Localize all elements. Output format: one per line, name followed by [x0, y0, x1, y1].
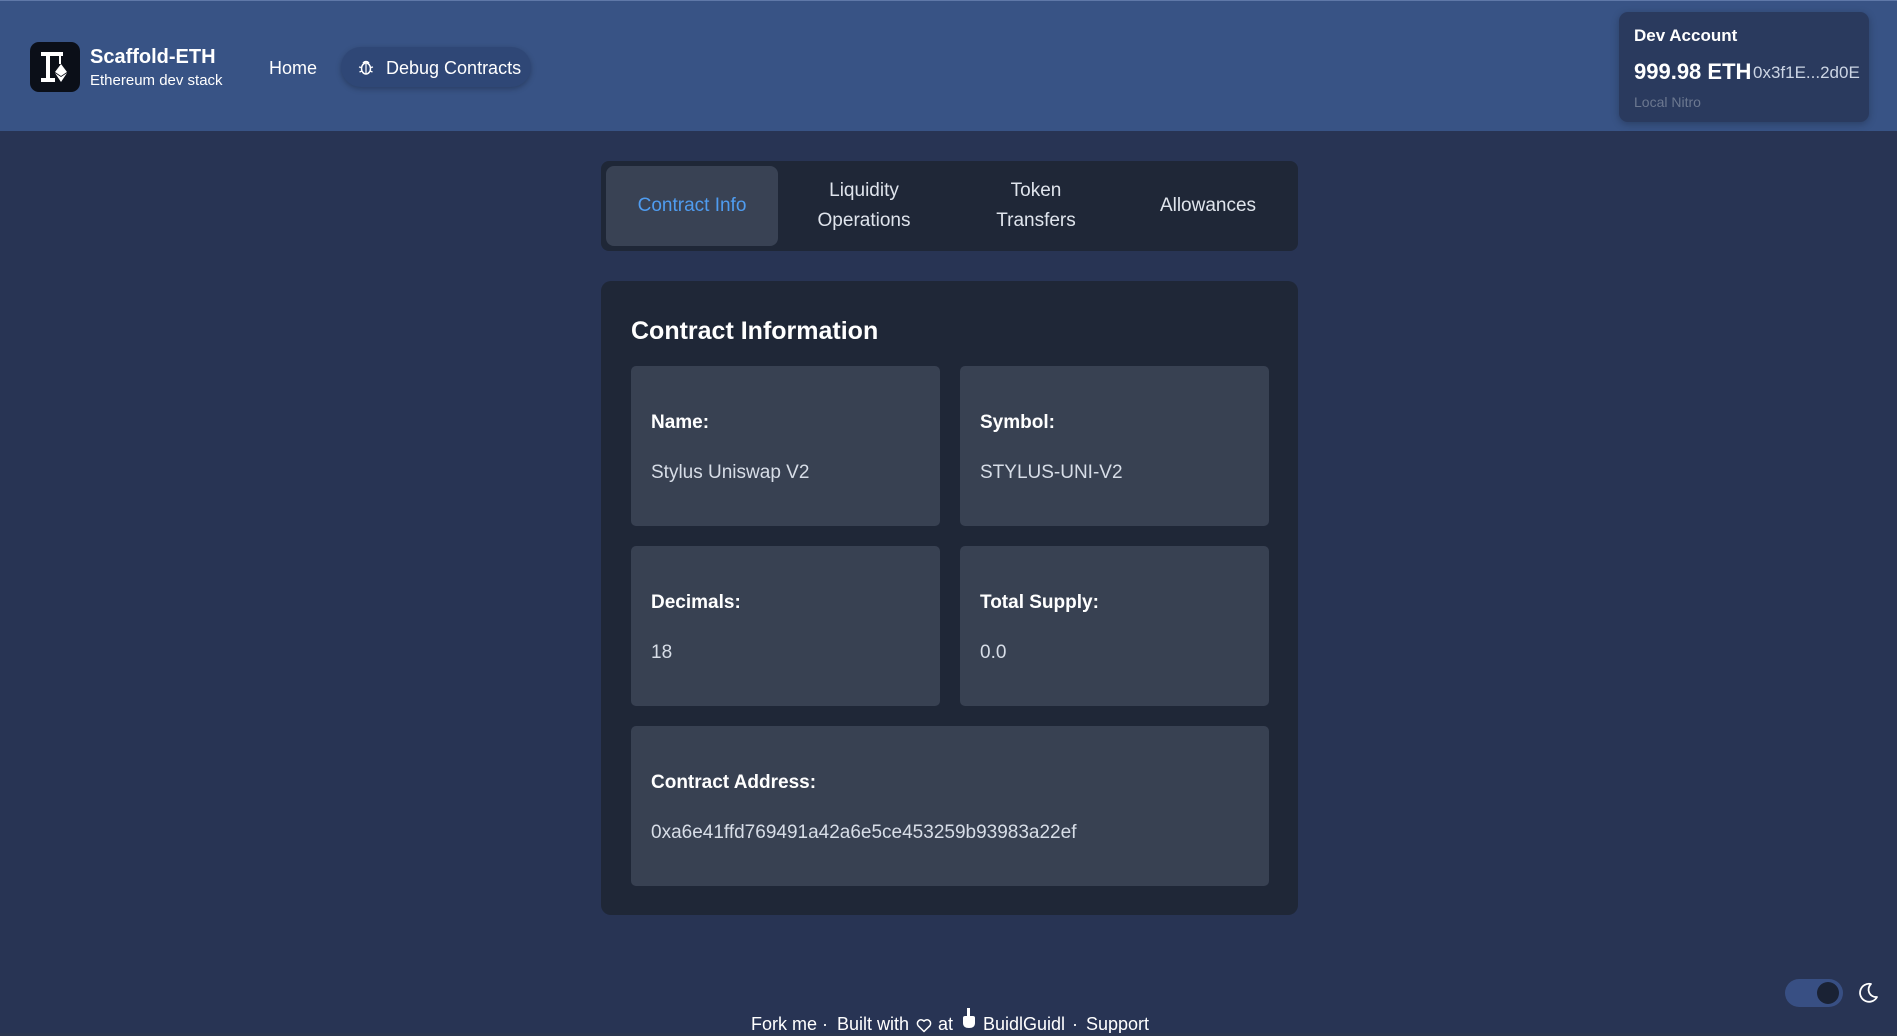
decimals-value: 18: [651, 642, 673, 663]
symbol-value: STYLUS-UNI-V2: [980, 462, 1123, 483]
buidlguidl-link[interactable]: BuidlGuidl: [983, 1014, 1065, 1035]
nav-debug-label: Debug Contracts: [386, 58, 522, 78]
shovel-hand-icon: [963, 1008, 975, 1028]
symbol-label: Symbol:: [980, 412, 1055, 433]
contract-tabs: Contract Info Liquidity Operations Token…: [601, 161, 1298, 251]
symbol-field: Symbol: STYLUS-UNI-V2: [960, 366, 1269, 526]
total-supply-label: Total Supply:: [980, 592, 1099, 613]
account-address[interactable]: 0x3f1E...2d0E: [1753, 63, 1860, 83]
nav-debug-contracts-button[interactable]: Debug Contracts: [341, 47, 531, 87]
account-balance: 999.98 ETH: [1634, 59, 1752, 84]
account-title: Dev Account: [1634, 26, 1738, 45]
tab-allowances[interactable]: Allowances: [1122, 166, 1294, 246]
tab-liquidity-operations[interactable]: Liquidity Operations: [778, 166, 950, 246]
total-supply-field: Total Supply: 0.0: [960, 546, 1269, 706]
brand-name: Scaffold-ETH: [90, 46, 216, 68]
fork-me-link[interactable]: Fork me: [751, 1014, 817, 1035]
theme-toggle-knob: [1817, 982, 1839, 1004]
tab-token-transfers[interactable]: Token Transfers: [950, 166, 1122, 246]
name-value: Stylus Uniswap V2: [651, 462, 810, 483]
decimals-field: Decimals: 18: [631, 546, 940, 706]
crane-eth-logo-icon: [41, 52, 67, 82]
footer-separator-2: ·: [1072, 1014, 1078, 1034]
brand-tagline: Ethereum dev stack: [90, 72, 223, 89]
theme-toggle[interactable]: [1785, 979, 1843, 1007]
heart-icon: [916, 1019, 932, 1033]
nav-home-link[interactable]: Home: [269, 58, 317, 79]
name-field: Name: Stylus Uniswap V2: [631, 366, 940, 526]
app-header: Scaffold-ETH Ethereum dev stack Home Deb…: [0, 0, 1897, 131]
at-text: at: [938, 1014, 954, 1034]
bug-icon: [358, 60, 374, 75]
contract-address-label: Contract Address:: [651, 772, 817, 793]
dev-account-widget[interactable]: Dev Account 999.98 ETH 0x3f1E...2d0E Loc…: [1619, 12, 1869, 122]
name-label: Name:: [651, 412, 710, 433]
support-link[interactable]: Support: [1086, 1014, 1149, 1035]
moon-icon: [1859, 982, 1878, 1003]
contract-info-card: Contract Information Name: Stylus Uniswa…: [601, 281, 1298, 915]
contract-address-value[interactable]: 0xa6e41ffd769491a42a6e5ce453259b93983a22…: [651, 822, 1076, 844]
card-title: Contract Information: [631, 317, 879, 345]
scaffold-eth-logo[interactable]: [30, 42, 80, 92]
built-with-text: Built with: [837, 1014, 910, 1034]
decimals-label: Decimals:: [651, 592, 741, 613]
total-supply-value: 0.0: [980, 642, 1007, 663]
footer-separator: ·: [822, 1014, 828, 1034]
contract-address-field: Contract Address: 0xa6e41ffd769491a42a6e…: [631, 726, 1269, 886]
tab-contract-info[interactable]: Contract Info: [606, 166, 778, 246]
account-network: Local Nitro: [1634, 94, 1701, 110]
